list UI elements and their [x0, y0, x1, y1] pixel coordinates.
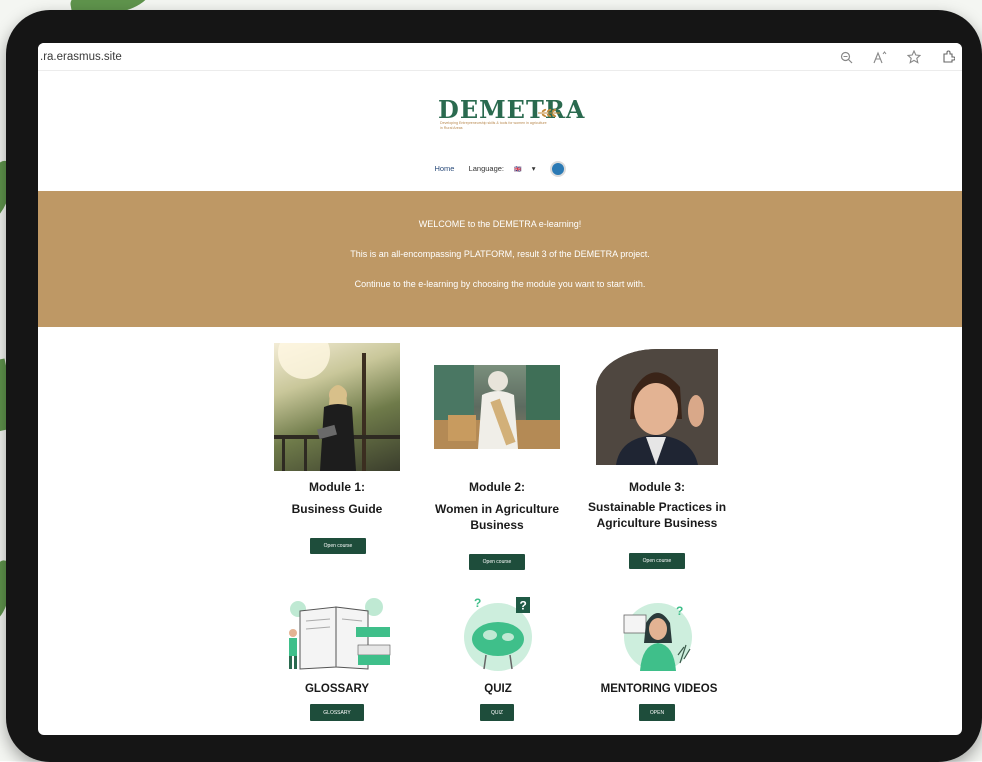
- welcome-line-1: WELCOME to the DEMETRA e-learning!: [418, 219, 582, 229]
- module-3-title: Sustainable Practices in Agriculture Bus…: [587, 500, 727, 530]
- logo-tagline: Developing Entrepreneurship skills & too…: [440, 121, 547, 130]
- quiz-label: QUIZ: [484, 683, 512, 695]
- module-1-title: Business Guide: [291, 502, 383, 516]
- module-3-open-course-button[interactable]: Open course: [629, 553, 685, 569]
- address-bar-actions: [836, 47, 958, 67]
- erasmus-badge-icon[interactable]: [549, 161, 566, 177]
- welcome-line-2: This is an all-encompassing PLATFORM, re…: [350, 249, 650, 259]
- svg-text:?: ?: [676, 604, 683, 618]
- welcome-line-3: Continue to the e-learning by choosing t…: [354, 279, 646, 289]
- module-3-heading: Module 3:: [629, 480, 685, 494]
- module-2-heading: Module 2:: [469, 480, 525, 494]
- read-aloud-icon[interactable]: [870, 47, 890, 67]
- svg-text:?: ?: [474, 596, 481, 610]
- module-2-title: Women in Agriculture Business: [434, 502, 559, 532]
- mentoring-videos-label: MENTORING VIDEOS: [600, 683, 718, 695]
- address-bar[interactable]: .ra.erasmus.site: [38, 43, 962, 71]
- extensions-icon[interactable]: [938, 47, 958, 67]
- url-text[interactable]: .ra.erasmus.site: [38, 51, 122, 63]
- module-3-image[interactable]: [596, 349, 718, 465]
- module-2-open-course-button[interactable]: Open course: [469, 554, 525, 570]
- glossary-illustration[interactable]: [278, 593, 396, 673]
- glossary-button[interactable]: GLOSSARY: [310, 704, 364, 721]
- language-label: Language:: [468, 163, 505, 173]
- module-1-open-course-button[interactable]: Open course: [310, 538, 366, 554]
- mentoring-videos-illustration[interactable]: ?: [614, 593, 704, 673]
- browser-screen: .ra.erasmus.site DEMETRA Developing Entr…: [38, 43, 962, 735]
- chevron-down-icon: ▾: [531, 163, 536, 173]
- mentoring-videos-open-button[interactable]: OPEN: [639, 704, 675, 721]
- module-2-image[interactable]: [434, 365, 560, 449]
- module-1-image[interactable]: [274, 343, 400, 471]
- svg-text:?: ?: [520, 599, 527, 613]
- logo-text: DEMETRA: [438, 95, 586, 124]
- welcome-banner: WELCOME to the DEMETRA e-learning! This …: [38, 191, 962, 327]
- main-nav: Home Language: 🇬🇧 ▾: [38, 161, 962, 177]
- zoom-icon[interactable]: [836, 47, 856, 67]
- language-selector[interactable]: Language: 🇬🇧 ▾: [465, 164, 542, 173]
- wheat-icon: [538, 109, 560, 117]
- nav-home-link[interactable]: Home: [434, 164, 454, 173]
- glossary-label: GLOSSARY: [304, 683, 370, 695]
- quiz-button[interactable]: QUIZ: [480, 704, 514, 721]
- module-1-heading: Module 1:: [309, 480, 365, 494]
- favorite-star-icon[interactable]: [904, 47, 924, 67]
- uk-flag-icon: 🇬🇧: [514, 166, 522, 173]
- quiz-illustration[interactable]: ? ?: [450, 593, 546, 677]
